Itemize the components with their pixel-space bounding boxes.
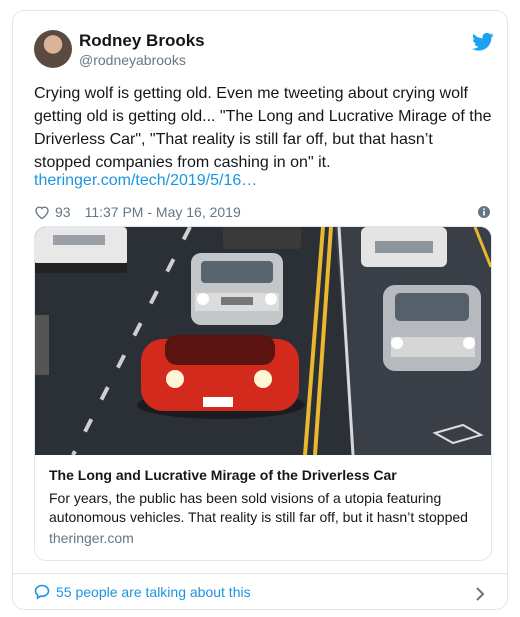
comment-icon	[34, 584, 50, 600]
conversation-link[interactable]: 55 people are talking about this	[34, 584, 251, 600]
avatar[interactable]	[34, 30, 72, 68]
conversation-text[interactable]: 55 people are talking about this	[56, 584, 251, 600]
link-card-title[interactable]: The Long and Lucrative Mirage of the Dri…	[49, 467, 397, 483]
article-image	[35, 227, 491, 455]
chevron-right-icon[interactable]	[475, 586, 485, 602]
tweet-text: Crying wolf is getting old. Even me twee…	[34, 85, 492, 171]
like-count[interactable]: 93	[55, 204, 71, 220]
link-card-domain: theringer.com	[49, 530, 134, 546]
link-card-description: For years, the public has been sold visi…	[49, 490, 468, 525]
info-icon[interactable]	[478, 206, 490, 218]
author-name[interactable]: Rodney Brooks	[79, 31, 205, 51]
twitter-bird-icon[interactable]	[472, 32, 494, 52]
tweet-meta: 93 11:37 PM - May 16, 2019	[34, 204, 241, 220]
author-handle[interactable]: @rodneyabrooks	[79, 52, 186, 68]
embedded-tweet-card[interactable]: Rodney Brooks @rodneyabrooks Crying wolf…	[12, 10, 508, 610]
tweet-link[interactable]: theringer.com/tech/2019/5/16…	[34, 172, 257, 190]
heart-icon[interactable]	[34, 205, 50, 220]
timestamp[interactable]: 11:37 PM - May 16, 2019	[85, 204, 241, 220]
footer-divider	[13, 573, 507, 574]
link-card[interactable]: The Long and Lucrative Mirage of the Dri…	[34, 226, 492, 561]
